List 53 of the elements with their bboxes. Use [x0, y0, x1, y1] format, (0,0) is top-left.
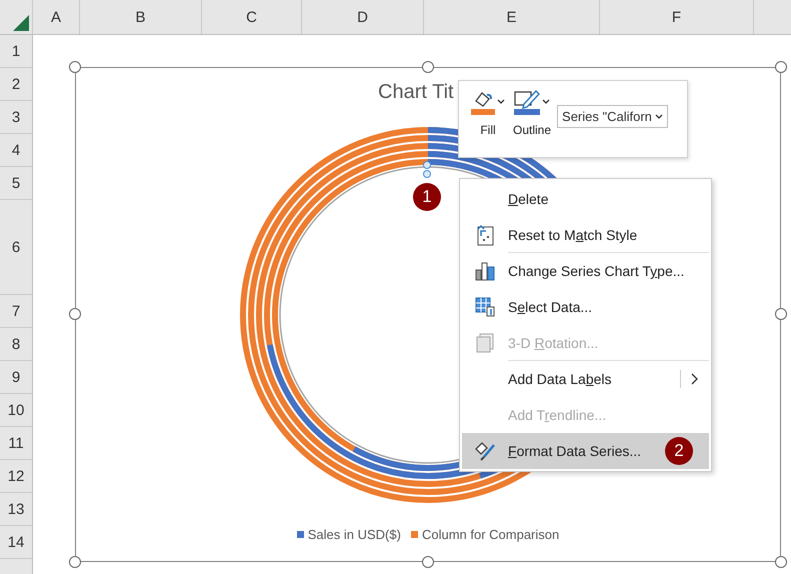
column-header[interactable]: D — [357, 8, 368, 26]
row-header[interactable]: 11 — [8, 434, 24, 452]
row-header[interactable]: 6 — [12, 238, 20, 256]
column-header[interactable]: B — [135, 8, 146, 26]
data-grid-icon — [475, 297, 495, 317]
row-header[interactable]: 5 — [12, 174, 20, 192]
row-header[interactable]: 12 — [8, 468, 24, 484]
legend-label: Column for Comparison — [422, 527, 560, 542]
row-header[interactable]: 3 — [12, 108, 20, 126]
dropdown-caret-icon — [654, 114, 663, 120]
select-all-icon[interactable] — [13, 15, 29, 31]
chart-title: Chart Tit — [378, 81, 454, 104]
column-header[interactable]: E — [506, 8, 516, 26]
menu-item[interactable]: Delete — [462, 181, 709, 217]
column-header[interactable]: F — [672, 8, 682, 26]
row-header[interactable]: 1 — [12, 42, 20, 60]
menu-item[interactable]: Format Data Series... 2 — [462, 433, 709, 469]
row-header[interactable]: 8 — [12, 336, 20, 352]
row-header[interactable]: 7 — [12, 302, 20, 320]
pen-outline-icon — [514, 89, 540, 115]
row-header[interactable]: 9 — [12, 368, 20, 386]
row-header[interactable]: 4 — [12, 142, 20, 158]
dropdown-caret-icon — [497, 99, 505, 105]
step-marker: 2 — [665, 437, 693, 465]
format-button[interactable]: Fill — [469, 89, 507, 137]
selection-handle-icon[interactable] — [422, 161, 432, 179]
resize-handle[interactable] — [422, 61, 434, 73]
reset-style-icon — [475, 224, 495, 246]
cube-icon — [476, 333, 494, 353]
row-header[interactable]: 2 — [12, 76, 20, 92]
format-button[interactable]: Outline — [511, 89, 554, 137]
resize-handle[interactable] — [69, 556, 81, 568]
paint-bucket-icon — [471, 89, 495, 115]
menu-item[interactable]: Select Data... — [462, 289, 709, 325]
resize-handle[interactable] — [69, 308, 81, 320]
menu-item[interactable]: Add Data Labels — [462, 361, 709, 397]
row-header[interactable]: 13 — [8, 500, 24, 518]
menu-item[interactable]: Reset to Match Style — [462, 217, 709, 253]
resize-handle[interactable] — [775, 308, 787, 320]
paint-brush-icon — [474, 441, 496, 461]
resize-handle[interactable] — [775, 61, 787, 73]
bar-chart-icon — [475, 261, 495, 281]
legend-label: Sales in USD($) — [308, 527, 401, 542]
resize-handle[interactable] — [775, 556, 787, 568]
series-dropdown[interactable]: Series "Californ — [557, 105, 668, 128]
dropdown-caret-icon — [542, 99, 550, 105]
column-header[interactable]: A — [50, 8, 61, 26]
resize-handle[interactable] — [422, 556, 434, 568]
column-header[interactable]: C — [246, 8, 257, 26]
menu-item[interactable]: Change Series Chart Type... — [462, 253, 709, 289]
row-header[interactable]: 10 — [8, 402, 24, 418]
resize-handle[interactable] — [69, 61, 81, 73]
row-header[interactable]: 14 — [8, 534, 24, 550]
